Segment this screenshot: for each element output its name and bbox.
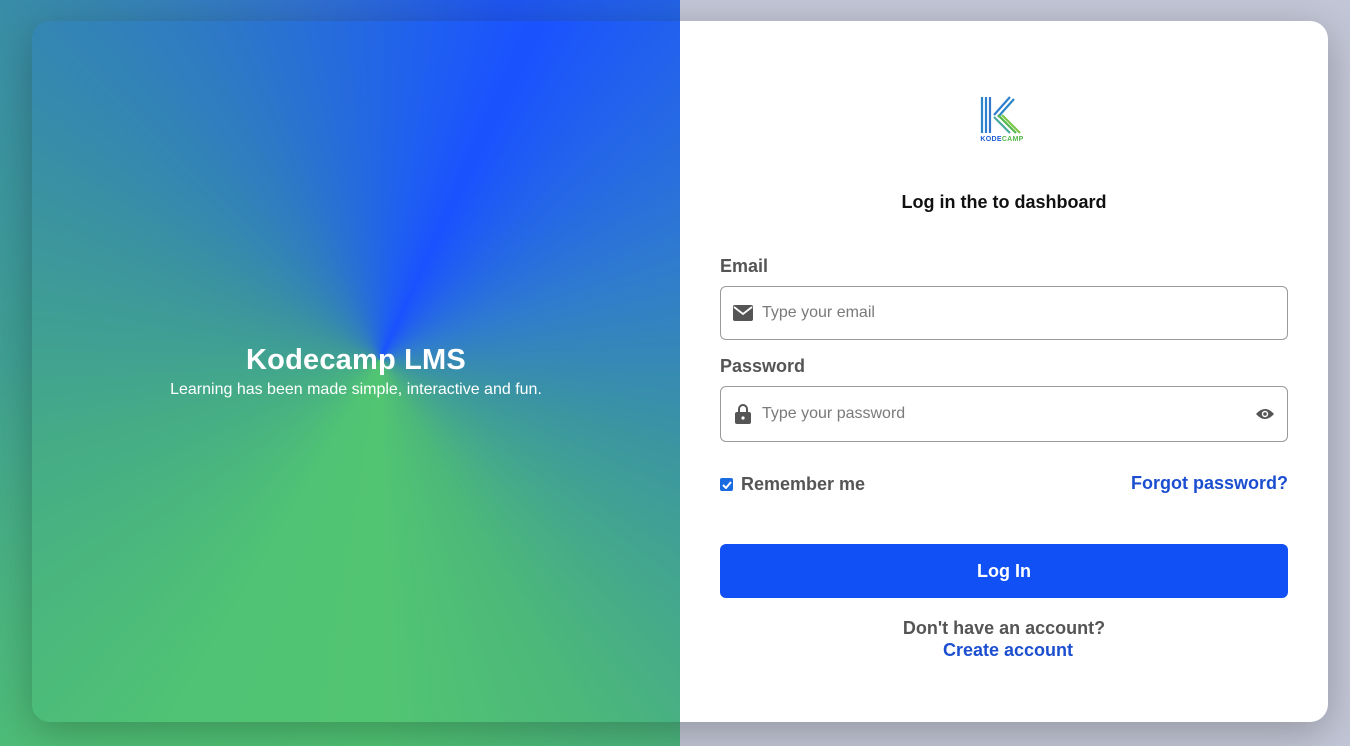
lock-icon [732,403,754,425]
remember-checkbox[interactable] [720,478,733,491]
hero-subtitle: Learning has been made simple, interacti… [170,381,542,398]
login-card: Kodecamp LMS Learning has been made simp… [32,21,1328,722]
signup-prompt: Don't have an account? Create account [680,617,1328,661]
password-field[interactable] [720,386,1288,442]
k-logo-icon [980,96,1021,134]
envelope-icon [732,302,754,324]
create-account-link[interactable]: Create account [943,640,1073,660]
password-input[interactable] [754,387,1254,441]
password-label: Password [720,356,806,376]
check-icon [721,480,732,489]
email-label: Email [720,256,769,276]
email-field[interactable] [720,286,1288,340]
logo-wordmark-main: KODE [980,136,1002,143]
remember-me[interactable]: Remember me [720,474,865,495]
login-button[interactable]: Log In [720,544,1288,598]
hero-text: Kodecamp LMS Learning has been made simp… [32,343,680,401]
hero-panel: Kodecamp LMS Learning has been made simp… [32,21,680,722]
login-heading: Log in the to dashboard [901,192,1107,212]
kodecamp-logo: KODECAMP [976,95,1028,145]
logo-wordmark: KODECAMP [976,136,1028,143]
email-input[interactable] [754,287,1287,339]
logo-wordmark-accent: CAMP [1001,136,1024,143]
hero-title: Kodecamp LMS [246,344,466,376]
eye-icon[interactable] [1254,403,1276,425]
forgot-password-link[interactable]: Forgot password? [1131,473,1288,494]
remember-label: Remember me [741,474,866,494]
signup-question: Don't have an account? [902,618,1106,638]
login-panel: KODECAMP Log in the to dashboard Email P… [680,21,1328,722]
